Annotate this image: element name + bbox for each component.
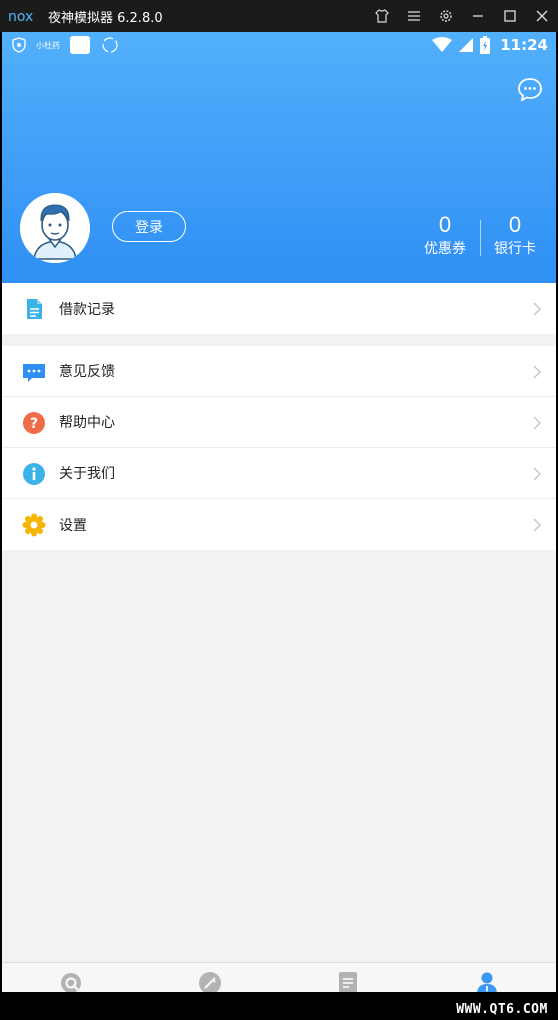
menu-item-help-center[interactable]: ? 帮助中心 bbox=[2, 397, 556, 448]
menu-group-records: 借款记录 bbox=[2, 283, 556, 334]
menu-label-feedback: 意见反馈 bbox=[59, 364, 115, 380]
menu-label-loan-records: 借款记录 bbox=[59, 301, 115, 318]
sync-icon bbox=[102, 37, 118, 53]
menu-group-general: 意见反馈 ? 帮助中心 关于我们 设置 bbox=[2, 346, 556, 550]
home-icon bbox=[61, 973, 82, 992]
bank-card-count: 0 bbox=[508, 212, 522, 237]
watermark: WWW.QT6.COM bbox=[446, 998, 558, 1020]
profile-header: 小杜药 11:24 登录 0 优惠券 0 银行卡 bbox=[2, 32, 556, 283]
shirt-icon bbox=[375, 9, 389, 23]
nox-logo-icon: nox bbox=[8, 9, 33, 25]
tab-mine[interactable]: 我的 bbox=[418, 963, 557, 992]
message-bubble-icon bbox=[518, 78, 542, 102]
battery-icon bbox=[480, 36, 491, 54]
emulator-title-bar: nox 夜神模拟器 6.2.8.0 bbox=[0, 0, 558, 32]
status-bar: 小杜药 11:24 bbox=[2, 32, 556, 60]
bank-card-stat[interactable]: 0 银行卡 bbox=[485, 212, 545, 260]
menu-item-loan-records[interactable]: 借款记录 bbox=[2, 283, 556, 334]
menu-label-settings: 设置 bbox=[59, 517, 87, 534]
minimize-icon bbox=[473, 15, 483, 17]
info-icon bbox=[23, 463, 45, 485]
settings-gear-icon bbox=[22, 513, 46, 537]
bottom-tab-bar: 首页 贷款 账单 我的 bbox=[2, 962, 556, 992]
phone-screen: 小杜药 11:24 登录 0 优惠券 0 银行卡 借款记录 意见反馈 ? 帮助中… bbox=[2, 32, 556, 992]
settings-button[interactable] bbox=[430, 0, 462, 32]
gear-icon bbox=[440, 10, 452, 22]
avatar[interactable] bbox=[20, 193, 90, 263]
menu-label-help-center: 帮助中心 bbox=[59, 415, 115, 431]
tab-home[interactable]: 首页 bbox=[2, 963, 141, 992]
stat-divider bbox=[480, 220, 481, 256]
close-icon bbox=[536, 10, 548, 22]
coupon-label: 优惠券 bbox=[424, 241, 466, 257]
menu-label-about-us: 关于我们 bbox=[59, 466, 115, 482]
menu-item-settings[interactable]: 设置 bbox=[2, 499, 556, 550]
chevron-right-icon bbox=[533, 416, 541, 430]
maximize-button[interactable] bbox=[494, 0, 526, 32]
close-button[interactable] bbox=[526, 0, 558, 32]
emulator-title: 夜神模拟器 6.2.8.0 bbox=[48, 10, 163, 26]
chevron-right-icon bbox=[533, 518, 541, 532]
question-icon: ? bbox=[23, 412, 45, 434]
bill-icon bbox=[339, 972, 358, 992]
app-label-icon: 小杜药 bbox=[36, 40, 60, 50]
person-icon bbox=[476, 972, 497, 992]
document-icon bbox=[27, 299, 42, 319]
skin-button[interactable] bbox=[366, 0, 398, 32]
signal-icon bbox=[459, 38, 474, 52]
login-button[interactable]: 登录 bbox=[112, 211, 186, 242]
minimize-button[interactable] bbox=[462, 0, 494, 32]
white-square-icon bbox=[70, 36, 90, 54]
tab-bill[interactable]: 账单 bbox=[279, 963, 418, 992]
wifi-icon bbox=[432, 37, 453, 52]
coupon-stat[interactable]: 0 优惠券 bbox=[415, 212, 475, 260]
chevron-right-icon bbox=[533, 467, 541, 481]
bank-card-label: 银行卡 bbox=[494, 241, 536, 257]
message-button[interactable] bbox=[516, 76, 544, 104]
shield-icon bbox=[12, 37, 26, 53]
coupon-count: 0 bbox=[438, 212, 452, 237]
svg-text:nox: nox bbox=[8, 9, 33, 25]
svg-text:?: ? bbox=[30, 416, 38, 432]
maximize-icon bbox=[504, 10, 516, 22]
chevron-right-icon bbox=[533, 365, 541, 379]
menu-icon bbox=[408, 11, 420, 21]
chevron-right-icon bbox=[533, 302, 541, 316]
loan-icon bbox=[198, 972, 221, 992]
menu-item-feedback[interactable]: 意见反馈 bbox=[2, 346, 556, 397]
status-time: 11:24 bbox=[500, 36, 548, 54]
chat-bubble-icon bbox=[23, 364, 45, 382]
user-avatar-icon bbox=[20, 193, 90, 263]
tab-loan[interactable]: 贷款 bbox=[141, 963, 280, 992]
menu-item-about-us[interactable]: 关于我们 bbox=[2, 448, 556, 499]
menu-button[interactable] bbox=[398, 0, 430, 32]
